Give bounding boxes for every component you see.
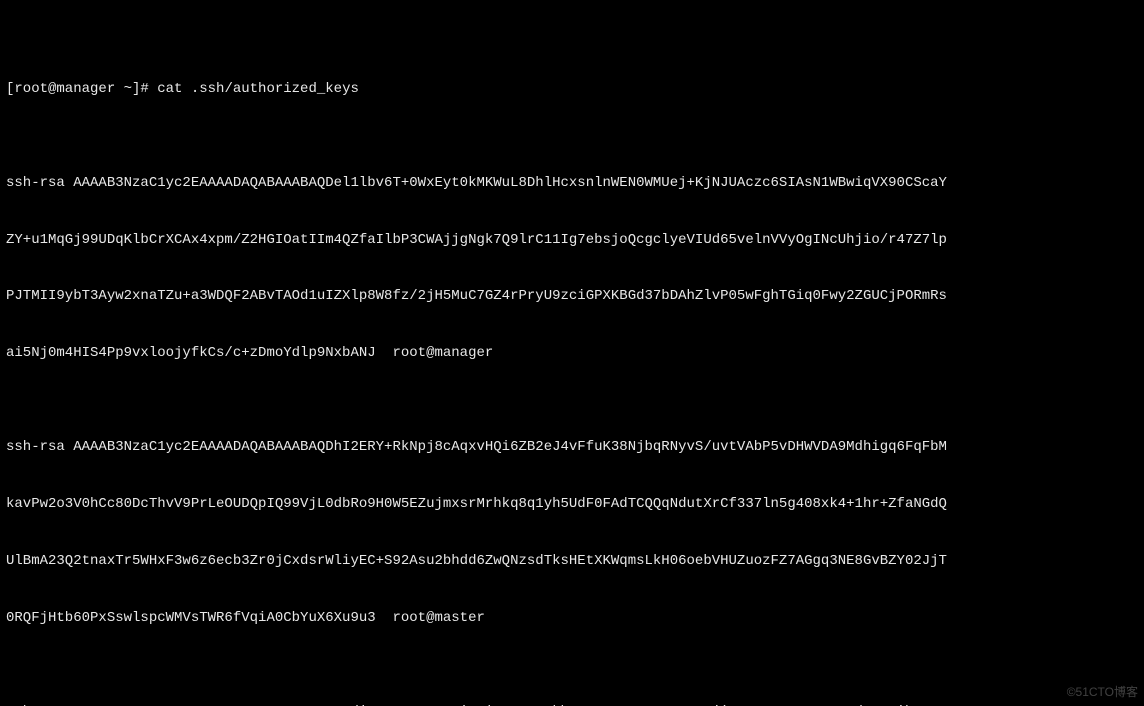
ssh-key-line: ssh-rsa AAAAB3NzaC1yc2EAAAADAQABAAABAQDe… xyxy=(6,174,1138,193)
ssh-key-line: UlBmA23Q2tnaxTr5WHxF3w6z6ecb3Zr0jCxdsrWl… xyxy=(6,552,1138,571)
ssh-key-line: ai5Nj0m4HIS4Pp9vxloojyfkCs/c+zDmoYdlp9Nx… xyxy=(6,344,1138,363)
command-line: [root@manager ~]# cat .ssh/authorized_ke… xyxy=(6,80,1138,99)
watermark: ©51CTO博客 xyxy=(1067,684,1138,700)
command-text: cat .ssh/authorized_keys xyxy=(157,81,359,97)
ssh-key-line: PJTMII9ybT3Ayw2xnaTZu+a3WDQF2ABvTAOd1uIZ… xyxy=(6,287,1138,306)
prompt: [root@manager ~]# xyxy=(6,81,149,97)
ssh-key-line: ZY+u1MqGj99UDqKlbCrXCAx4xpm/Z2HGIOatIIm4… xyxy=(6,231,1138,250)
terminal[interactable]: [root@manager ~]# cat .ssh/authorized_ke… xyxy=(0,0,1144,706)
ssh-key-line: 0RQFjHtb60PxSswlspcWMVsTWR6fVqiA0CbYuX6X… xyxy=(6,609,1138,628)
ssh-key-line: kavPw2o3V0hCc80DcThvV9PrLeOUDQpIQ99VjL0d… xyxy=(6,495,1138,514)
ssh-key-line: ssh-rsa AAAAB3NzaC1yc2EAAAADAQABAAABAQDh… xyxy=(6,438,1138,457)
